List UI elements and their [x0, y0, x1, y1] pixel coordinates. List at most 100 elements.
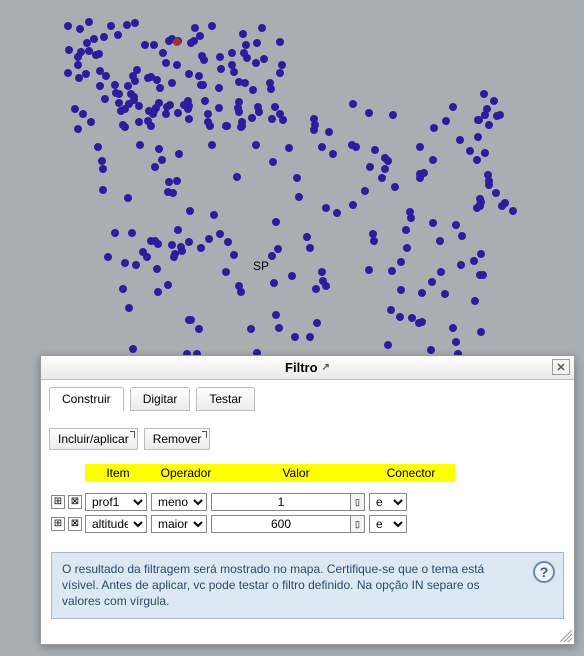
item-select[interactable]: prof1: [85, 493, 147, 511]
map-point[interactable]: [428, 278, 436, 286]
map-point[interactable]: [492, 189, 500, 197]
map-point[interactable]: [165, 178, 173, 186]
map-point[interactable]: [228, 49, 236, 57]
map-point[interactable]: [123, 21, 131, 29]
map-point[interactable]: [168, 241, 176, 249]
map-point[interactable]: [381, 165, 389, 173]
map-point[interactable]: [260, 55, 268, 63]
map-point[interactable]: [369, 230, 377, 238]
item-select[interactable]: altitude: [85, 515, 147, 533]
map-point[interactable]: [318, 143, 326, 151]
map-point[interactable]: [481, 149, 489, 157]
map-point[interactable]: [274, 245, 282, 253]
map-point[interactable]: [311, 121, 319, 129]
map-point[interactable]: [258, 24, 266, 32]
map-point[interactable]: [85, 18, 93, 26]
map-point[interactable]: [168, 79, 176, 87]
map-point[interactable]: [456, 136, 464, 144]
map-point[interactable]: [151, 163, 159, 171]
expand-row-icon[interactable]: ⊞: [51, 517, 65, 531]
map-point[interactable]: [222, 268, 230, 276]
map-point[interactable]: [71, 105, 79, 113]
map-point[interactable]: [458, 232, 466, 240]
map-point[interactable]: [173, 61, 181, 69]
map-point[interactable]: [155, 145, 163, 153]
map-point[interactable]: [64, 69, 72, 77]
map-point[interactable]: [388, 267, 396, 275]
map-point[interactable]: [156, 84, 164, 92]
map-point[interactable]: [291, 333, 299, 341]
map-point[interactable]: [102, 72, 110, 80]
map-point[interactable]: [144, 74, 152, 82]
map-point[interactable]: [77, 48, 85, 56]
map-point[interactable]: [268, 252, 276, 260]
map-point[interactable]: [239, 30, 247, 38]
tab-digitar[interactable]: Digitar: [130, 387, 191, 411]
map-point[interactable]: [185, 316, 193, 324]
map-point[interactable]: [208, 22, 216, 30]
map-point[interactable]: [322, 282, 330, 290]
map-point[interactable]: [133, 66, 141, 74]
map-point[interactable]: [75, 74, 83, 82]
map-point[interactable]: [94, 143, 102, 151]
map-point[interactable]: [268, 115, 276, 123]
value-input[interactable]: [211, 515, 351, 533]
map-point[interactable]: [130, 96, 138, 104]
dialog-titlebar[interactable]: Filtro ↗ ✕: [41, 356, 574, 380]
map-point[interactable]: [200, 56, 208, 64]
map-point[interactable]: [125, 304, 133, 312]
map-point[interactable]: [111, 229, 119, 237]
map-point[interactable]: [222, 122, 230, 130]
map-point[interactable]: [470, 257, 478, 265]
map-point[interactable]: [158, 156, 166, 164]
map-point[interactable]: [174, 226, 182, 234]
map-point[interactable]: [185, 238, 193, 246]
map-point[interactable]: [452, 338, 460, 346]
map-point[interactable]: [275, 324, 283, 332]
map-point[interactable]: [474, 116, 482, 124]
map-point[interactable]: [306, 333, 314, 341]
map-point[interactable]: [64, 22, 72, 30]
map-point[interactable]: [391, 183, 399, 191]
map-point[interactable]: [143, 253, 151, 261]
map-point[interactable]: [190, 37, 198, 45]
map-point[interactable]: [477, 250, 485, 258]
map-point[interactable]: [204, 118, 212, 126]
map-point[interactable]: [124, 82, 132, 90]
map-point[interactable]: [136, 141, 144, 149]
map-point[interactable]: [237, 123, 245, 131]
map-point[interactable]: [303, 233, 311, 241]
connector-select[interactable]: e: [369, 493, 407, 511]
map-point[interactable]: [366, 163, 374, 171]
operator-select[interactable]: menor: [151, 493, 207, 511]
map-point[interactable]: [164, 188, 172, 196]
map-point[interactable]: [269, 158, 277, 166]
map-point[interactable]: [112, 89, 120, 97]
map-point[interactable]: [215, 84, 223, 92]
map-point[interactable]: [153, 76, 161, 84]
map-point[interactable]: [365, 266, 373, 274]
map-point[interactable]: [252, 141, 260, 149]
map-point[interactable]: [153, 265, 161, 273]
map-point[interactable]: [266, 79, 274, 87]
connector-select[interactable]: e: [369, 515, 407, 533]
map-point[interactable]: [119, 121, 127, 129]
map-point[interactable]: [349, 100, 357, 108]
map-point[interactable]: [240, 49, 248, 57]
map-point[interactable]: [173, 38, 181, 46]
map-point[interactable]: [228, 61, 236, 69]
map-point[interactable]: [79, 110, 87, 118]
map-point[interactable]: [387, 306, 395, 314]
map-point[interactable]: [397, 286, 405, 294]
map-point[interactable]: [191, 24, 199, 32]
map-point[interactable]: [498, 202, 506, 210]
map-point[interactable]: [452, 221, 460, 229]
value-picker-button[interactable]: ▯: [351, 515, 365, 533]
map-point[interactable]: [365, 109, 373, 117]
map-point[interactable]: [384, 341, 392, 349]
map-point[interactable]: [325, 128, 333, 136]
map-point[interactable]: [197, 244, 205, 252]
map-point[interactable]: [429, 219, 437, 227]
include-apply-button[interactable]: Incluir/aplicar: [49, 428, 138, 450]
map-point[interactable]: [129, 345, 137, 353]
